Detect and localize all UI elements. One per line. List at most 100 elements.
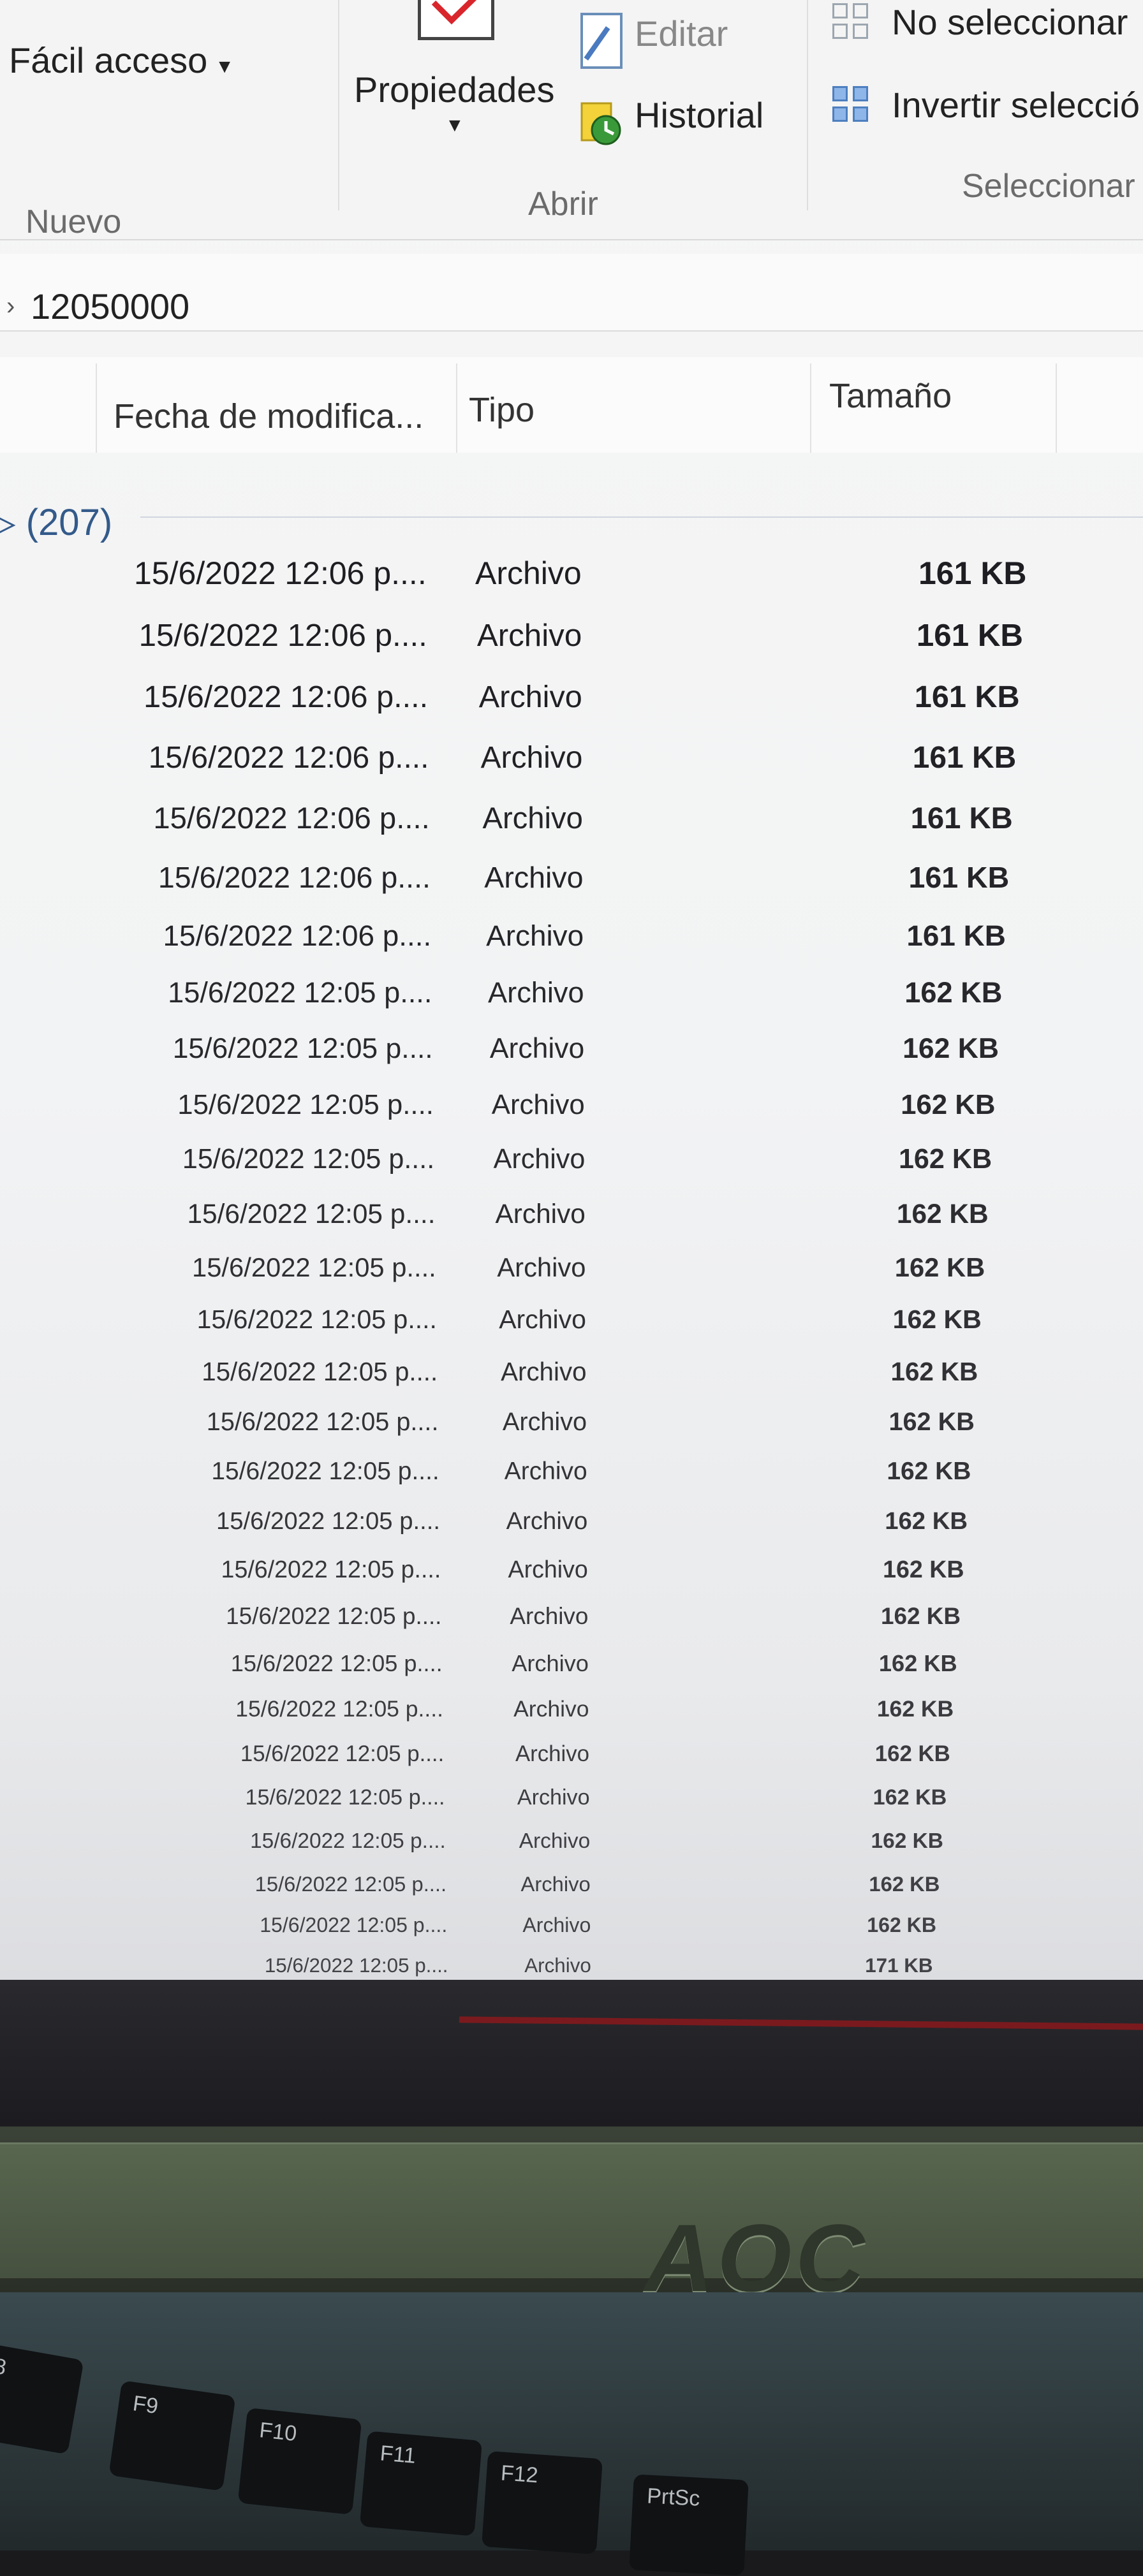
table-row[interactable]: 15/6/2022 12:05 p.... Archivo 162 KB	[0, 1650, 1143, 1678]
row-type: Archivo	[502, 1407, 587, 1436]
row-date: 15/6/2022 12:05 p....	[264, 1954, 448, 1977]
table-row[interactable]: 15/6/2022 12:06 p.... Archivo 161 KB	[0, 555, 1143, 593]
row-date: 15/6/2022 12:05 p....	[206, 1407, 439, 1436]
table-row[interactable]: 15/6/2022 12:06 p.... Archivo 161 KB	[0, 617, 1143, 655]
table-row[interactable]: 15/6/2022 12:05 p.... Archivo 162 KB	[0, 976, 1143, 1011]
row-date: 15/6/2022 12:05 p....	[216, 1507, 441, 1535]
easy-access-button[interactable]: Fácil acceso ▼	[9, 40, 234, 81]
table-row[interactable]: 15/6/2022 12:06 p.... Archivo 161 KB	[0, 918, 1143, 953]
row-size: 162 KB	[890, 1356, 978, 1386]
history-icon	[580, 102, 625, 147]
row-size: 161 KB	[918, 555, 1027, 591]
row-type: Archivo	[510, 1603, 589, 1630]
row-size: 161 KB	[916, 618, 1024, 654]
row-type: Archivo	[512, 1650, 589, 1676]
row-size: 162 KB	[894, 1252, 985, 1282]
monitor-bezel	[0, 1980, 1143, 2126]
row-type: Archivo	[476, 618, 582, 654]
row-type: Archivo	[508, 1555, 588, 1583]
row-type: Archivo	[488, 976, 584, 1009]
select-none-button[interactable]: No seleccionar	[892, 1, 1128, 43]
table-row[interactable]: 15/6/2022 12:06 p.... Archivo 161 KB	[0, 860, 1143, 896]
key-label: PrtSc	[646, 2484, 701, 2511]
key-f9: F9	[108, 2380, 236, 2491]
group-count: (207)	[26, 502, 113, 543]
history-button[interactable]: Historial	[635, 94, 763, 136]
row-size: 162 KB	[889, 1407, 975, 1436]
invert-selection-icon	[832, 86, 873, 127]
key-label: F10	[258, 2418, 299, 2447]
table-row[interactable]: 15/6/2022 12:05 p.... Archivo 162 KB	[0, 1305, 1143, 1336]
row-size: 161 KB	[912, 741, 1017, 775]
breadcrumb-current-folder[interactable]: 12050000	[31, 286, 189, 327]
row-size: 162 KB	[878, 1650, 957, 1676]
table-row[interactable]: 15/6/2022 12:05 p.... Archivo 162 KB	[0, 1914, 1143, 1938]
row-date: 15/6/2022 12:05 p....	[250, 1829, 446, 1853]
properties-label: Propiedades	[354, 70, 555, 110]
row-type: Archivo	[522, 1914, 591, 1937]
row-type: Archivo	[501, 1356, 587, 1386]
group-header[interactable]: ▷ (207)	[0, 501, 112, 544]
table-row[interactable]: 15/6/2022 12:05 p.... Archivo 162 KB	[0, 1458, 1143, 1488]
row-date: 15/6/2022 12:05 p....	[245, 1785, 445, 1810]
table-row[interactable]: 15/6/2022 12:06 p.... Archivo 161 KB	[0, 801, 1143, 837]
row-type: Archivo	[497, 1252, 586, 1282]
table-row[interactable]: 15/6/2022 12:05 p.... Archivo 162 KB	[0, 1089, 1143, 1123]
column-header-size[interactable]: Tamaño	[829, 376, 952, 416]
properties-button[interactable]: Propiedades	[354, 69, 554, 110]
row-type: Archivo	[480, 741, 583, 775]
table-row[interactable]: 15/6/2022 12:05 p.... Archivo 162 KB	[0, 1556, 1143, 1584]
ribbon: Fácil acceso ▼ Nuevo Propiedades ▼ Abrir …	[0, 0, 1143, 240]
column-divider[interactable]	[1056, 363, 1057, 453]
row-size: 161 KB	[906, 919, 1006, 953]
row-date: 15/6/2022 12:05 p....	[221, 1555, 441, 1583]
table-row[interactable]: 15/6/2022 12:05 p.... Archivo 171 KB	[0, 1954, 1143, 1979]
table-row[interactable]: 15/6/2022 12:05 p.... Archivo 162 KB	[0, 1507, 1143, 1537]
table-row[interactable]: 15/6/2022 12:05 p.... Archivo 162 KB	[0, 1829, 1143, 1855]
edit-button[interactable]: Editar	[635, 13, 728, 54]
group-select-label: Seleccionar	[962, 168, 1135, 205]
row-size: 171 KB	[865, 1954, 933, 1977]
row-date: 15/6/2022 12:06 p....	[148, 741, 429, 775]
row-date: 15/6/2022 12:06 p....	[158, 860, 431, 894]
table-row[interactable]: 15/6/2022 12:06 p.... Archivo 161 KB	[0, 740, 1143, 777]
row-date: 15/6/2022 12:06 p....	[163, 919, 432, 953]
history-label: Historial	[635, 95, 764, 135]
row-size: 162 KB	[871, 1829, 943, 1853]
table-row[interactable]: 15/6/2022 12:05 p.... Archivo 162 KB	[0, 1252, 1143, 1284]
table-row[interactable]: 15/6/2022 12:06 p.... Archivo 161 KB	[0, 679, 1143, 716]
select-none-label: No seleccionar	[892, 2, 1128, 42]
column-header-date[interactable]: Fecha de modifica...	[114, 397, 424, 436]
monitor-chin	[0, 2142, 1143, 2278]
invert-selection-button[interactable]: Invertir selecció	[892, 84, 1140, 126]
row-size: 161 KB	[914, 680, 1020, 715]
edit-icon	[580, 13, 623, 69]
row-size: 162 KB	[904, 976, 1003, 1009]
address-bar[interactable]: › 12050000	[0, 254, 1143, 332]
key-prtsc: PrtSc	[629, 2474, 749, 2576]
table-row[interactable]: 15/6/2022 12:05 p.... Archivo 162 KB	[0, 1696, 1143, 1723]
table-row[interactable]: 15/6/2022 12:05 p.... Archivo 162 KB	[0, 1033, 1143, 1067]
row-size: 162 KB	[898, 1144, 992, 1175]
chevron-down-icon[interactable]: ▼	[445, 115, 464, 136]
table-row[interactable]: 15/6/2022 12:05 p.... Archivo 162 KB	[0, 1872, 1143, 1897]
column-divider[interactable]	[810, 363, 811, 453]
table-row[interactable]: 15/6/2022 12:05 p.... Archivo 162 KB	[0, 1144, 1143, 1177]
table-row[interactable]: 15/6/2022 12:05 p.... Archivo 162 KB	[0, 1199, 1143, 1231]
table-row[interactable]: 15/6/2022 12:05 p.... Archivo 162 KB	[0, 1741, 1143, 1768]
table-row[interactable]: 15/6/2022 12:05 p.... Archivo 162 KB	[0, 1603, 1143, 1631]
row-date: 15/6/2022 12:05 p....	[168, 976, 432, 1009]
table-row[interactable]: 15/6/2022 12:05 p.... Archivo 162 KB	[0, 1408, 1143, 1438]
invert-selection-label: Invertir selecció	[892, 85, 1140, 125]
table-row[interactable]: 15/6/2022 12:05 p.... Archivo 162 KB	[0, 1785, 1143, 1811]
row-size: 161 KB	[910, 801, 1013, 835]
column-divider[interactable]	[96, 363, 97, 453]
row-date: 15/6/2022 12:05 p....	[196, 1305, 437, 1335]
column-header-type[interactable]: Tipo	[469, 390, 535, 430]
row-date: 15/6/2022 12:06 p....	[134, 555, 427, 591]
key-label: F8	[0, 2352, 8, 2380]
column-divider[interactable]	[456, 363, 457, 453]
row-size: 162 KB	[896, 1198, 989, 1229]
row-type: Archivo	[499, 1305, 586, 1335]
table-row[interactable]: 15/6/2022 12:05 p.... Archivo 162 KB	[0, 1357, 1143, 1387]
